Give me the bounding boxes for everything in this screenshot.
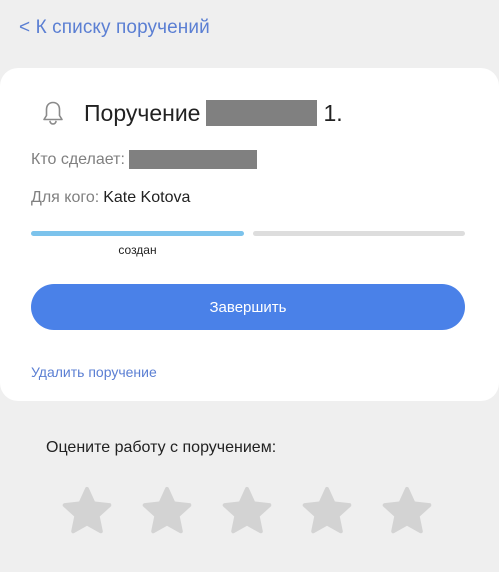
redacted-assignee [128, 150, 257, 169]
recipient-label: Для кого: [31, 189, 100, 206]
assignee-label: Кто сделает: [31, 150, 125, 168]
task-card: Поручение 1. Кто сделает: Для кого: Kate… [0, 68, 499, 401]
bell-icon [41, 100, 65, 126]
star-icon[interactable] [381, 486, 433, 536]
star-icon[interactable] [61, 486, 113, 536]
complete-task-button[interactable]: Завершить [31, 284, 465, 330]
status-label: создан [118, 243, 157, 257]
star-icon[interactable] [301, 486, 353, 536]
star-icon[interactable] [141, 486, 193, 536]
assignee-row: Кто сделает: [31, 150, 257, 169]
star-icon[interactable] [221, 486, 273, 536]
rating-title: Оцените работу с поручением: [46, 439, 277, 456]
rating-stars [61, 486, 433, 536]
delete-task-link[interactable]: Удалить поручение [31, 364, 157, 380]
recipient-row: Для кого: Kate Kotova [31, 189, 190, 207]
progress-step-created [31, 231, 244, 236]
back-to-task-list-link[interactable]: < К списку поручений [19, 17, 210, 39]
redacted-task-name [206, 100, 318, 126]
task-title-suffix: 1. [323, 99, 343, 126]
progress-step-completed [253, 231, 465, 236]
recipient-value: Kate Kotova [103, 189, 191, 206]
task-title-row: Поручение 1. [41, 98, 343, 128]
task-title-prefix: Поручение [84, 99, 201, 126]
